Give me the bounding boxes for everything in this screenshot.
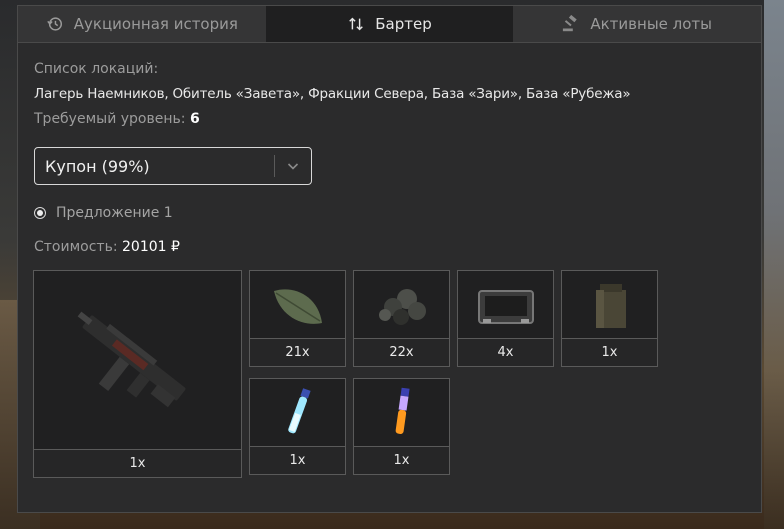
- required-level-value: 6: [189, 111, 200, 127]
- cost-value: 20101 ₽: [122, 239, 180, 255]
- tab-active-lots-label: Активные лоты: [590, 15, 712, 33]
- offer-option[interactable]: Предложение 1: [34, 205, 745, 221]
- required-level: Требуемый уровень: 6: [34, 111, 745, 127]
- tab-barter-label: Бартер: [375, 15, 432, 33]
- barter-content: Список локаций: Лагерь Наемников, Обител…: [18, 43, 761, 255]
- tab-bar: Аукционная история Бартер Активные лоты: [18, 6, 762, 43]
- swap-icon: [349, 17, 364, 31]
- history-icon: [46, 17, 62, 31]
- required-level-label: Требуемый уровень:: [34, 111, 186, 127]
- item-qty: 1x: [34, 449, 241, 477]
- tablet-icon: [458, 271, 553, 341]
- item-qty: 4x: [458, 338, 553, 366]
- offer-label: Предложение 1: [56, 205, 173, 221]
- cost: Стоимость: 20101 ₽: [34, 239, 745, 255]
- item-slot-pearls[interactable]: 22x: [353, 270, 450, 367]
- item-slot-ammo-box[interactable]: 1x: [561, 270, 658, 367]
- item-qty: 1x: [354, 446, 449, 474]
- item-slot-orange-vial[interactable]: 1x: [353, 378, 450, 475]
- item-qty: 1x: [250, 446, 345, 474]
- tab-auction-history[interactable]: Аукционная история: [18, 6, 266, 42]
- item-slot-blue-vial[interactable]: 1x: [249, 378, 346, 475]
- ammo-box-icon: [562, 271, 657, 341]
- smg-icon: [34, 271, 241, 451]
- leaf-icon: [250, 271, 345, 341]
- chevron-down-icon[interactable]: [275, 159, 311, 173]
- locations-list: Лагерь Наемников, Обитель «Завета», Фрак…: [34, 86, 631, 102]
- tab-active-lots[interactable]: Активные лоты: [513, 6, 762, 42]
- offer-radio[interactable]: [34, 207, 46, 219]
- item-qty: 22x: [354, 338, 449, 366]
- item-slot-tablet[interactable]: 4x: [457, 270, 554, 367]
- cost-label: Стоимость:: [34, 239, 118, 255]
- coupon-select[interactable]: Купон (99%): [34, 147, 312, 185]
- item-qty: 21x: [250, 338, 345, 366]
- locations-label: Список локаций:: [34, 61, 159, 77]
- tab-barter[interactable]: Бартер: [265, 6, 514, 42]
- item-slot-weapon[interactable]: 1x: [33, 270, 242, 478]
- coupon-select-value: Купон (99%): [45, 156, 150, 176]
- orange-vial-icon: [354, 379, 449, 449]
- blue-vial-icon: [250, 379, 345, 449]
- item-slot-leaf[interactable]: 21x: [249, 270, 346, 367]
- item-qty: 1x: [562, 338, 657, 366]
- background-sky: [764, 0, 784, 529]
- pearls-icon: [354, 271, 449, 341]
- barter-panel: Аукционная история Бартер Активные лоты …: [17, 5, 762, 513]
- tab-auction-history-label: Аукционная история: [73, 15, 238, 33]
- gavel-icon: [563, 15, 578, 32]
